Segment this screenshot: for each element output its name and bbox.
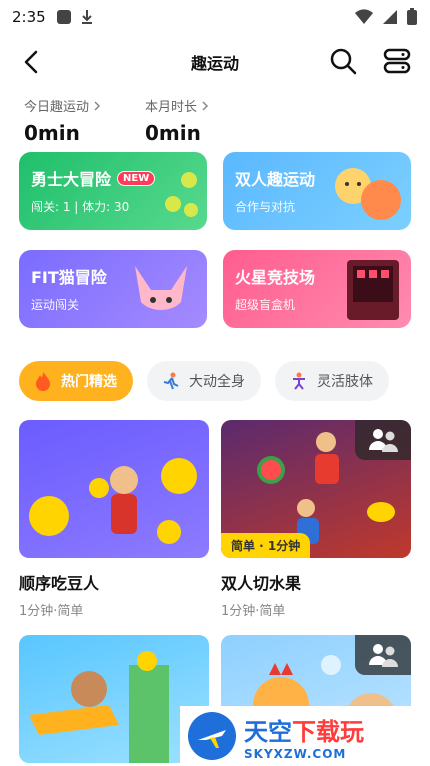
watermark-brand-a: 天空 [244, 717, 292, 746]
card-title: 勇士大冒险 [31, 170, 112, 189]
card-mars-arena[interactable]: 火星竞技场 超级盲盒机 [223, 250, 411, 328]
status-time: 2:35 [12, 8, 46, 26]
pacman-coins-illustration [29, 458, 197, 544]
difficulty-tag: 简单 · 1分钟 [221, 533, 311, 558]
two-player-badge [355, 635, 411, 675]
runner-icon [163, 372, 179, 390]
tab-label: 灵活肢体 [317, 374, 373, 390]
tab-flexible-limbs[interactable]: 灵活肢体 [275, 361, 389, 401]
stat-month-label: 本月时长 [145, 100, 198, 115]
card-title: 双人趣运动 [235, 170, 316, 189]
stat-month[interactable]: 本月时长 0min [145, 96, 209, 145]
chevron-right-icon [94, 100, 101, 111]
tab-label: 大动全身 [189, 374, 245, 390]
chevron-right-icon [202, 100, 209, 111]
game-meta: 1分钟·简单 [19, 604, 84, 619]
watermark-brand-b: 下载玩 [292, 717, 364, 746]
card-warrior-adventure[interactable]: 勇士大冒险 NEW 闯关: 1 | 体力: 30 [19, 152, 207, 230]
stat-today-value: 0min [24, 121, 80, 145]
airplane-icon [198, 730, 226, 748]
search-icon [330, 48, 357, 75]
top-bar: 趣运动 [0, 40, 430, 84]
game-meta: 1分钟·简单 [221, 604, 286, 619]
search-button[interactable] [328, 46, 358, 76]
airplane-logo-icon [188, 712, 236, 760]
tab-hot-picks[interactable]: 热门精选 [19, 361, 133, 401]
game-name: 双人切水果 [221, 574, 302, 593]
card-title: FIT猫冒险 [31, 268, 107, 287]
game-thumbnail [19, 420, 209, 558]
tab-full-body[interactable]: 大动全身 [147, 361, 261, 401]
wifi-icon [355, 9, 373, 24]
download-icon [81, 10, 92, 24]
game-card[interactable]: 简单 · 1分钟 双人切水果 1分钟·简单 [221, 420, 411, 619]
menu-icon [383, 48, 411, 74]
two-players-icon [369, 429, 398, 452]
stretch-icon [293, 372, 305, 390]
cat-mascot-icon [135, 266, 187, 311]
card-fit-cat[interactable]: FIT猫冒险 运动闯关 [19, 250, 207, 328]
menu-button[interactable] [382, 46, 412, 76]
status-bar: 2:35 [0, 0, 430, 34]
game-card[interactable]: 顺序吃豆人 1分钟·简单 [19, 420, 209, 619]
blind-box-machine-icon [347, 260, 399, 320]
tab-label: 热门精选 [61, 374, 117, 390]
category-tabs: 热门精选 大动全身 灵活肢体 [19, 361, 389, 401]
level-map-icon [165, 172, 198, 217]
game-thumbnail: 简单 · 1分钟 [221, 420, 411, 558]
app-notification-icon [56, 10, 71, 24]
stat-today[interactable]: 今日趣运动 0min [24, 96, 101, 145]
cellular-icon [383, 10, 397, 24]
fire-icon [36, 372, 50, 391]
site-watermark: 天空下载玩 SKYXZW.COM [180, 706, 430, 766]
feature-cards: 勇士大冒险 NEW 闯关: 1 | 体力: 30 双人趣运动 合作与对抗 FIT猫… [19, 152, 411, 328]
two-players-icon [369, 644, 398, 667]
two-player-badge [355, 420, 411, 460]
stat-today-label: 今日趣运动 [24, 100, 90, 115]
card-title: 火星竞技场 [235, 268, 316, 287]
battery-icon [407, 8, 417, 25]
game-name: 顺序吃豆人 [19, 574, 100, 593]
watermark-url: SKYXZW.COM [244, 746, 347, 761]
new-badge: NEW [117, 170, 156, 186]
blob-mascots-icon [335, 168, 401, 220]
stat-month-value: 0min [145, 121, 201, 145]
card-duo-sports[interactable]: 双人趣运动 合作与对抗 [223, 152, 411, 230]
page-title: 趣运动 [190, 54, 239, 73]
stats-section: 今日趣运动 0min 本月时长 0min [24, 96, 209, 145]
